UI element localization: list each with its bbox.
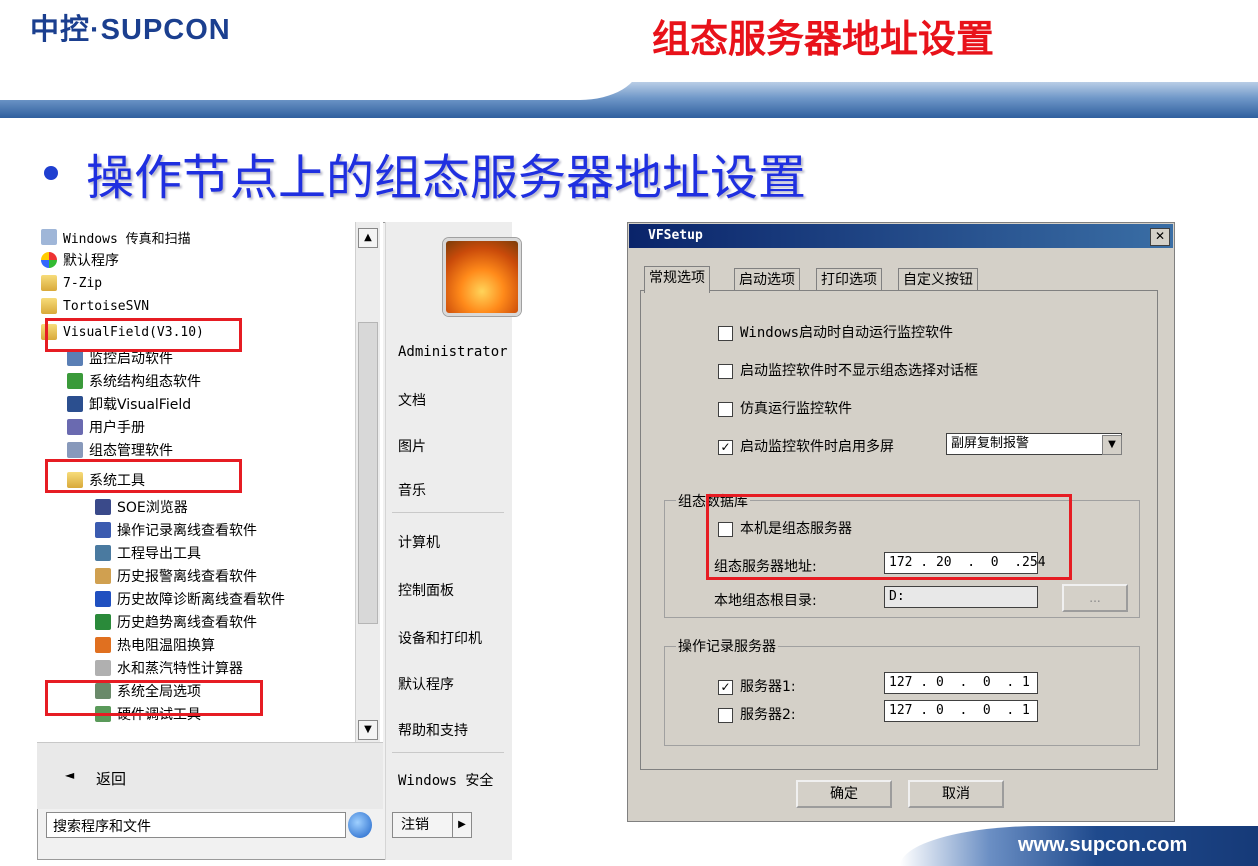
program-item[interactable]: 默认程序 [41, 249, 119, 271]
folder-icon [41, 298, 57, 314]
slide-title: 组态服务器地址设置 [652, 17, 995, 61]
option-checkbox-simulate[interactable] [718, 402, 733, 417]
program-item[interactable]: SOE浏览器 [95, 496, 188, 518]
record-icon [95, 522, 111, 538]
option-label: 仿真运行监控软件 [740, 401, 852, 417]
scroll-down-icon[interactable]: ▼ [358, 720, 378, 740]
search-input[interactable]: 搜索程序和文件 [46, 812, 346, 838]
thermo-icon [95, 637, 111, 653]
root-dir-field[interactable]: D: [884, 586, 1038, 608]
right-item-windows-security[interactable]: Windows 安全 [398, 770, 493, 790]
highlight-box [45, 318, 242, 352]
tab-print[interactable]: 打印选项 [816, 268, 882, 291]
program-item[interactable]: 用户手册 [67, 416, 145, 438]
scroll-thumb[interactable] [358, 322, 378, 624]
right-item-pictures[interactable]: 图片 [398, 436, 426, 456]
back-row[interactable] [37, 742, 383, 809]
alarm-icon [95, 568, 111, 584]
program-item[interactable]: Windows 传真和扫描 [41, 226, 191, 248]
diagnosis-icon [95, 591, 111, 607]
soe-icon [95, 499, 111, 515]
manual-icon [67, 419, 83, 435]
program-item[interactable]: 卸载VisualField [67, 393, 191, 415]
program-item[interactable]: TortoiseSVN [41, 295, 149, 317]
server2-checkbox[interactable] [718, 708, 733, 723]
highlight-box [45, 459, 242, 493]
config-icon [67, 442, 83, 458]
steam-icon [95, 660, 111, 676]
fax-icon [41, 229, 57, 245]
option-checkbox-autorun[interactable] [718, 326, 733, 341]
right-item-administrator[interactable]: Administrator [398, 344, 508, 360]
right-item-control-panel[interactable]: 控制面板 [398, 580, 454, 600]
record-server-group-title: 操作记录服务器 [676, 636, 778, 656]
program-item[interactable]: 操作记录离线查看软件 [95, 519, 257, 541]
ok-button[interactable]: 确定 [796, 780, 892, 808]
tab-general[interactable]: 常规选项 [644, 266, 710, 293]
logoff-label: 注销 [401, 817, 429, 833]
program-item[interactable]: 组态管理软件 [67, 439, 173, 461]
option-label: Windows启动时自动运行监控软件 [740, 325, 954, 341]
default-programs-icon [41, 252, 57, 268]
dialog-titlebar[interactable] [629, 224, 1173, 248]
multiscreen-select-value: 副屏复制报警 [951, 436, 1030, 451]
tab-startup[interactable]: 启动选项 [734, 268, 800, 291]
chevron-down-icon[interactable]: ▼ [1102, 435, 1122, 455]
search-icon[interactable] [348, 812, 372, 838]
option-checkbox-multiscreen[interactable]: ✓ [718, 440, 733, 455]
header-band-mask [0, 64, 640, 100]
folder-icon [41, 275, 57, 291]
scroll-up-icon[interactable]: ▲ [358, 228, 378, 248]
program-item[interactable]: 历史故障诊断离线查看软件 [95, 588, 285, 610]
right-separator [392, 512, 504, 513]
export-icon [95, 545, 111, 561]
user-avatar[interactable] [443, 238, 521, 316]
right-separator [392, 752, 504, 753]
server1-checkbox[interactable]: ✓ [718, 680, 733, 695]
root-dir-label: 本地组态根目录: [714, 593, 817, 609]
browse-button[interactable]: ... [1062, 584, 1128, 612]
trend-icon [95, 614, 111, 630]
right-item-default-programs[interactable]: 默认程序 [398, 674, 454, 694]
logoff-button[interactable]: 注销 ▶ [392, 812, 472, 838]
footer-url: www.supcon.com [1018, 834, 1188, 856]
option-label: 启动监控软件时启用多屏 [740, 439, 894, 455]
program-item[interactable]: 7-Zip [41, 272, 102, 294]
close-icon[interactable]: ✕ [1150, 228, 1170, 246]
highlight-box [45, 680, 263, 716]
record-server-group [664, 646, 1140, 746]
server1-label: 服务器1: [740, 679, 796, 695]
right-item-music[interactable]: 音乐 [398, 480, 426, 500]
program-item[interactable]: 工程导出工具 [95, 542, 201, 564]
program-item[interactable]: 历史趋势离线查看软件 [95, 611, 257, 633]
program-item[interactable]: 热电阻温阻换算 [95, 634, 215, 656]
option-label: 启动监控软件时不显示组态选择对话框 [740, 363, 978, 379]
option-checkbox-no-dialog[interactable] [718, 364, 733, 379]
cancel-button[interactable]: 取消 [908, 780, 1004, 808]
highlight-box [706, 494, 1072, 580]
right-item-documents[interactable]: 文档 [398, 390, 426, 410]
back-arrow-icon: ◄ [65, 768, 75, 782]
logoff-arrow-icon[interactable]: ▶ [452, 813, 471, 837]
server1-addr-field[interactable]: 127 . 0 . 0 . 1 [884, 672, 1038, 694]
dialog-title: VFSetup [648, 228, 703, 243]
right-item-devices-printers[interactable]: 设备和打印机 [398, 628, 482, 648]
structure-icon [67, 373, 83, 389]
multiscreen-select[interactable]: 副屏复制报警 [946, 433, 1122, 455]
right-item-computer[interactable]: 计算机 [398, 532, 440, 552]
uninstall-icon [67, 396, 83, 412]
monitor-icon [67, 350, 83, 366]
bullet-text: 操作节点上的组态服务器地址设置 [86, 150, 807, 206]
bullet-dot-icon [44, 166, 58, 180]
server2-addr-field[interactable]: 127 . 0 . 0 . 1 [884, 700, 1038, 722]
program-item[interactable]: 系统结构组态软件 [67, 370, 201, 392]
program-item[interactable]: 水和蒸汽特性计算器 [95, 657, 243, 679]
server2-label: 服务器2: [740, 707, 796, 723]
right-item-help-support[interactable]: 帮助和支持 [398, 720, 468, 740]
tab-custom-buttons[interactable]: 自定义按钮 [898, 268, 978, 291]
programs-scrollbar[interactable]: ▲ ▼ [355, 222, 380, 742]
program-item[interactable]: 历史报警离线查看软件 [95, 565, 257, 587]
supcon-logo: 中控·SUPCON [30, 14, 231, 46]
back-label[interactable]: 返回 [96, 768, 126, 789]
